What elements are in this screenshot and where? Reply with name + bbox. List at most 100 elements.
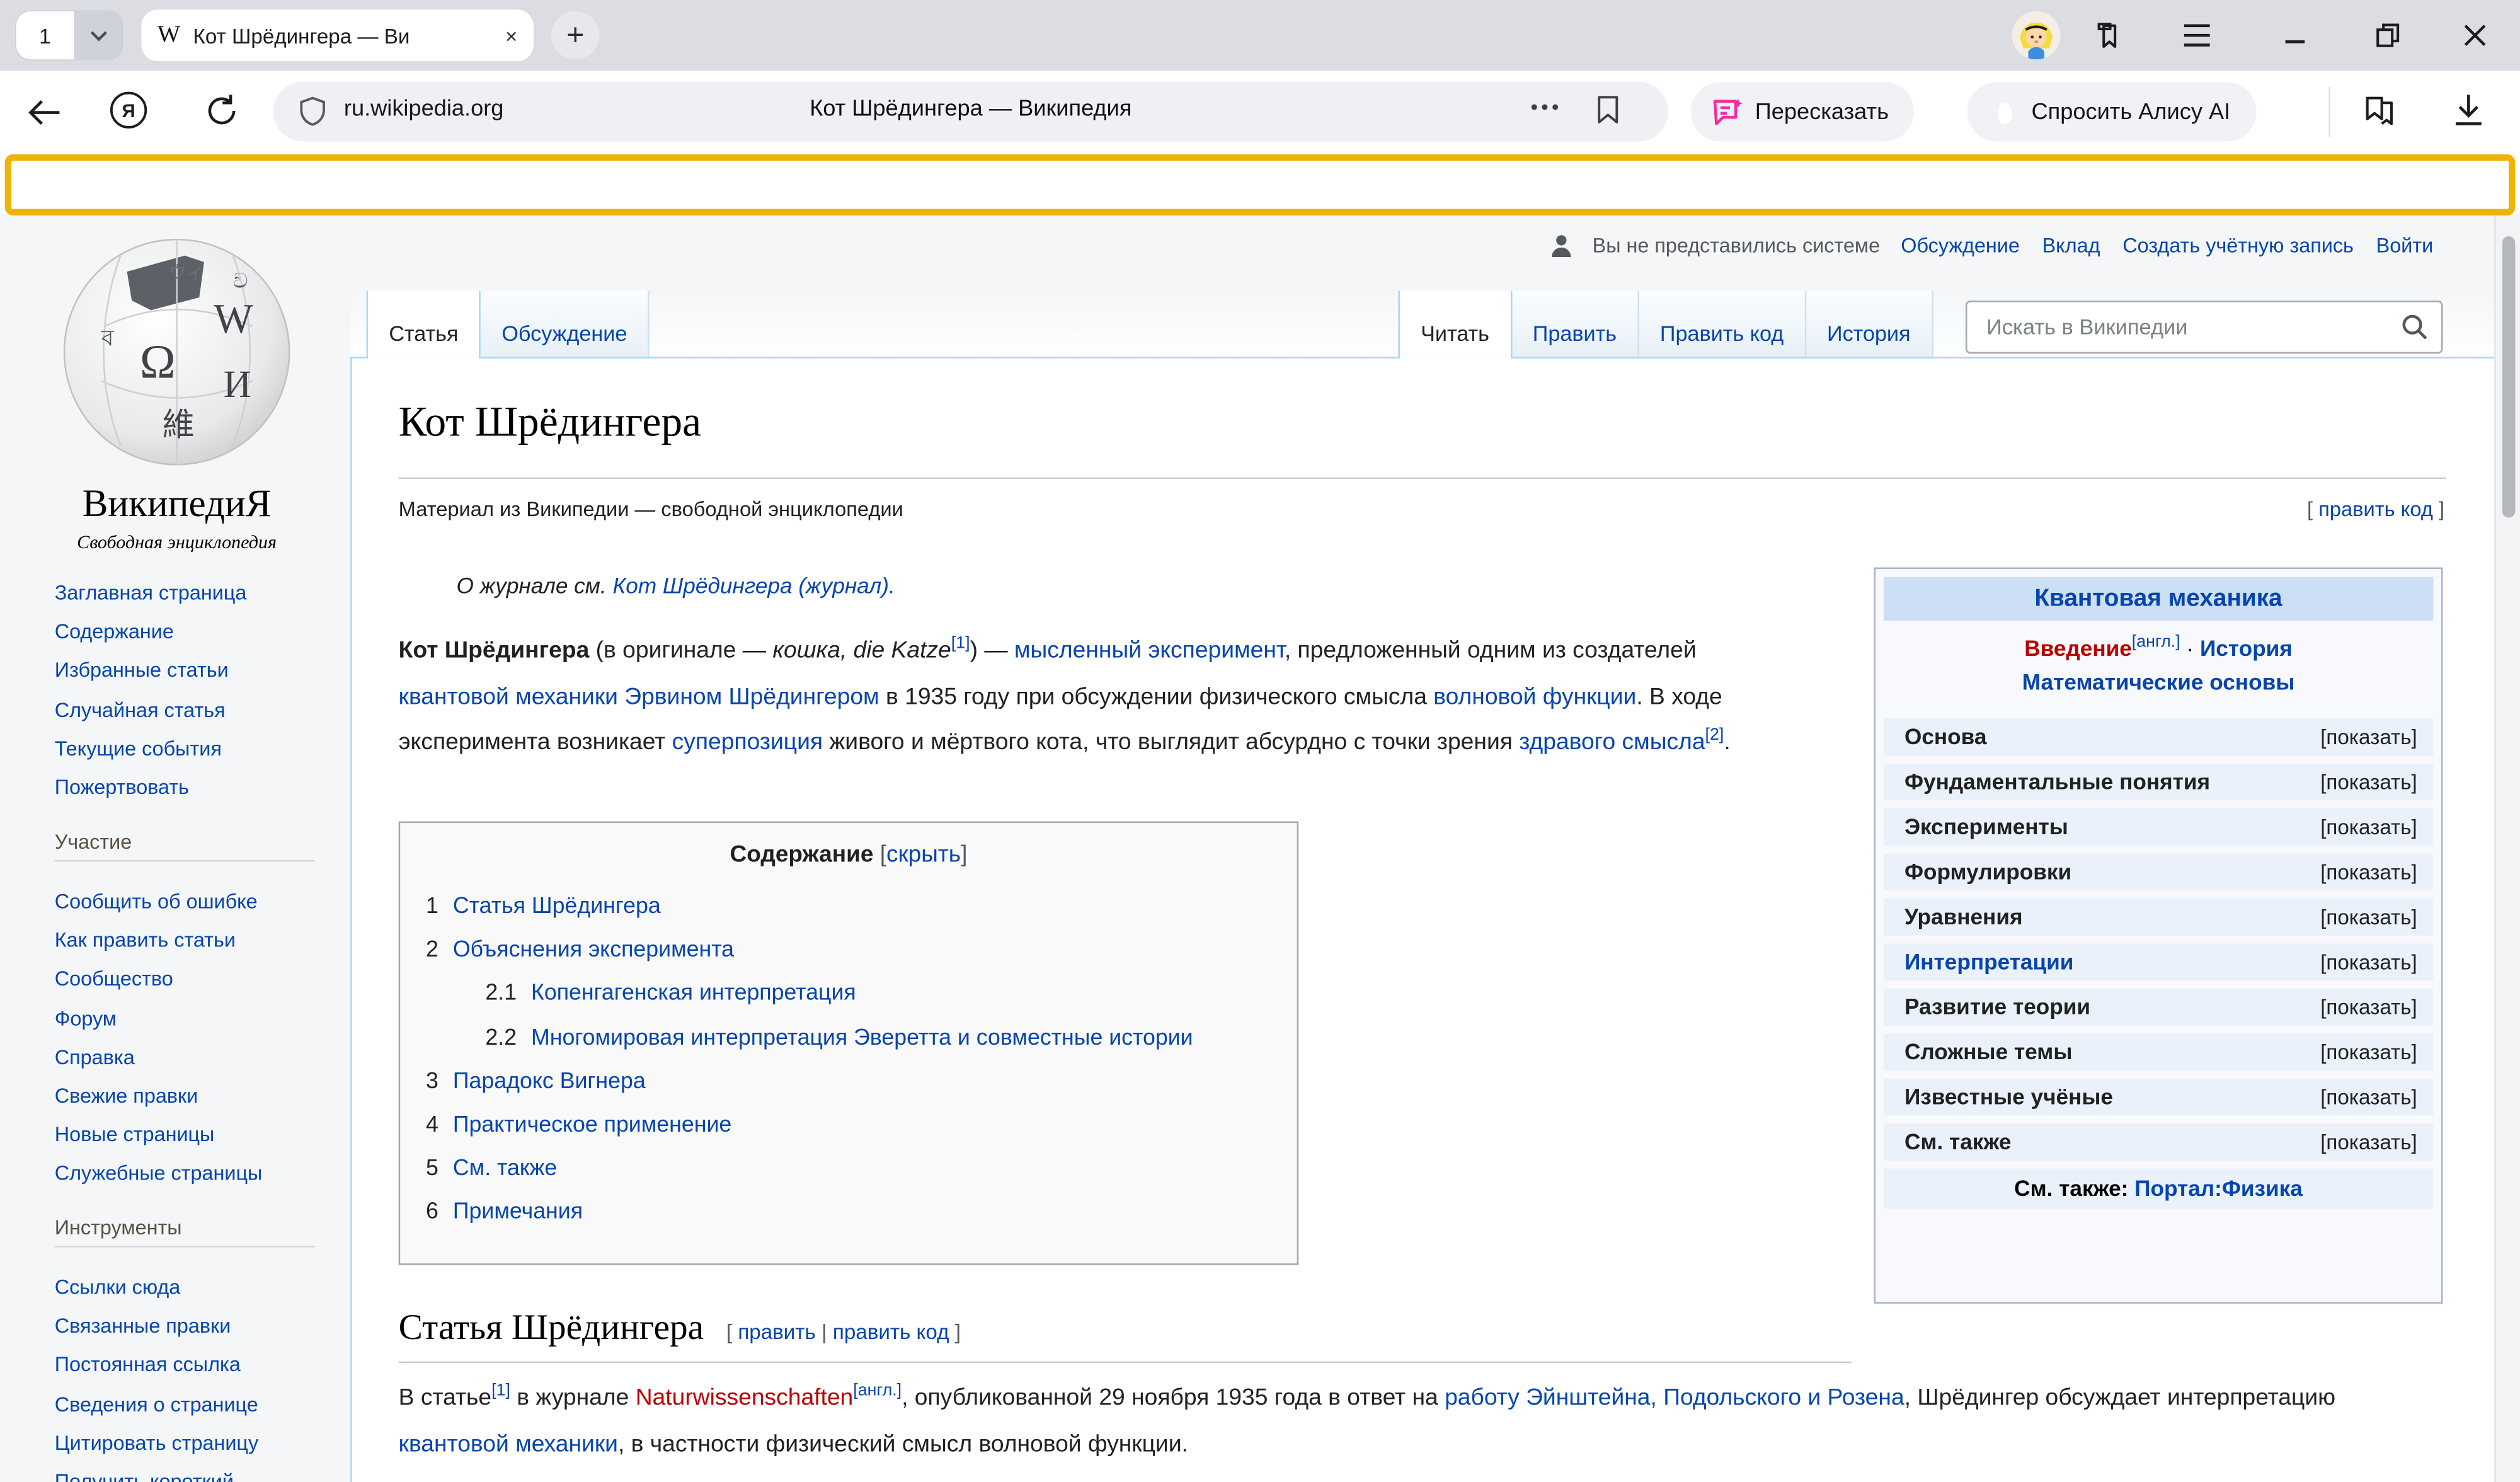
toc-item[interactable]: 5См. также bbox=[426, 1146, 1271, 1190]
article-tab[interactable]: Читать bbox=[1398, 291, 1511, 359]
show-link[interactable]: [показать] bbox=[2320, 815, 2417, 839]
article-tab[interactable]: Статья bbox=[367, 291, 481, 359]
sidebar-link[interactable]: Форум bbox=[55, 1007, 117, 1030]
toc-item[interactable]: 2.2Многомировая интерпретация Эверетта и… bbox=[426, 1015, 1271, 1059]
show-link[interactable]: [показать] bbox=[2320, 995, 2417, 1019]
show-link[interactable]: [показать] bbox=[2320, 950, 2417, 974]
sidebar-link[interactable]: Сообщество bbox=[55, 968, 173, 991]
reload-button[interactable] bbox=[202, 91, 241, 130]
personal-link[interactable]: Обсуждение bbox=[1901, 234, 2020, 257]
sidebar-link[interactable]: Связанные правки bbox=[55, 1315, 231, 1338]
show-link[interactable]: [показать] bbox=[2320, 770, 2417, 794]
sidebar-link[interactable]: Свежие правки bbox=[55, 1085, 198, 1108]
toc-hide-link[interactable]: [скрыть] bbox=[880, 842, 968, 868]
sidebar-link[interactable]: Получить короткий bbox=[55, 1471, 234, 1482]
toc-link[interactable]: Практическое применение bbox=[453, 1103, 731, 1146]
toc-link[interactable]: Статья Шрёдингера bbox=[453, 884, 661, 928]
article-tab[interactable]: Обсуждение bbox=[481, 291, 650, 359]
toc-link[interactable]: Копенгагенская интерпретация bbox=[531, 972, 856, 1015]
sidebar-link[interactable]: Сведения о странице bbox=[55, 1393, 258, 1416]
sidebar-link[interactable]: Цитировать страницу bbox=[55, 1432, 258, 1454]
edit-code-link[interactable]: [ править код ] bbox=[2307, 497, 2444, 520]
lead-paragraph: Кот Шрёдингера (в оригинале — кошка, die… bbox=[399, 628, 1807, 766]
article-tab[interactable]: Править bbox=[1512, 291, 1639, 359]
sidebar-link[interactable]: Заглавная страница bbox=[55, 582, 247, 604]
wiki-search-box[interactable] bbox=[1966, 301, 2443, 353]
minimize-icon bbox=[2284, 24, 2306, 47]
menu-button[interactable] bbox=[2178, 16, 2216, 55]
maximize-button[interactable] bbox=[2369, 16, 2407, 55]
infobox-footer[interactable]: См. также: Портал:Физика bbox=[1884, 1169, 2433, 1209]
sidebar-link[interactable]: Как править статьи bbox=[55, 929, 236, 952]
wikipedia-logo[interactable]: Ω W И 維 ウィ ব ව ВикипедиЯ Свободная энцик… bbox=[13, 230, 340, 554]
tab-close-icon[interactable]: × bbox=[505, 23, 517, 47]
sidebar-link[interactable]: Сообщить об ошибке bbox=[55, 890, 258, 913]
tab-list-chevron-button[interactable] bbox=[74, 11, 122, 60]
collections-button[interactable] bbox=[2359, 91, 2398, 130]
toc-item[interactable]: 2Объяснения эксперимента bbox=[426, 928, 1271, 971]
personal-link[interactable]: Войти bbox=[2376, 234, 2434, 257]
side-panel-button[interactable] bbox=[2089, 16, 2128, 55]
more-actions-icon[interactable]: ••• bbox=[1530, 95, 1562, 119]
retell-ai-button[interactable]: Пересказать bbox=[1691, 82, 1915, 141]
downloads-button[interactable] bbox=[2449, 91, 2488, 130]
new-tab-button[interactable]: + bbox=[551, 11, 600, 60]
address-bar[interactable]: ru.wikipedia.org Кот Шрёдингера — Википе… bbox=[273, 82, 1668, 141]
close-window-button[interactable] bbox=[2456, 16, 2494, 55]
show-link[interactable]: [показать] bbox=[2320, 725, 2417, 749]
personal-link[interactable]: Вклад bbox=[2042, 234, 2100, 257]
back-button[interactable] bbox=[26, 93, 64, 132]
show-link[interactable]: [показать] bbox=[2320, 1040, 2417, 1064]
article-tab[interactable]: Править код bbox=[1639, 291, 1806, 359]
personal-link[interactable]: Создать учётную запись bbox=[2122, 234, 2354, 257]
toc-item[interactable]: 1Статья Шрёдингера bbox=[426, 884, 1271, 928]
show-link[interactable]: [показать] bbox=[2320, 860, 2417, 884]
toc-link[interactable]: Примечания bbox=[453, 1190, 583, 1234]
infobox-intro-line1[interactable]: Введение[англ.] · История bbox=[1884, 633, 2433, 666]
search-icon[interactable] bbox=[2401, 313, 2428, 340]
ask-alice-button[interactable]: Спросить Алису AI bbox=[1967, 82, 2256, 141]
toc-link[interactable]: См. также bbox=[453, 1146, 557, 1190]
toc-link[interactable]: Парадокс Вигнера bbox=[453, 1059, 646, 1103]
infobox-intro-line2[interactable]: Математические основы bbox=[1884, 666, 2433, 699]
browser-tab[interactable]: W Кот Шрёдингера — Ви × bbox=[141, 9, 533, 61]
sidebar-link[interactable]: Служебные страницы bbox=[55, 1163, 263, 1185]
toc-item[interactable]: 4Практическое применение bbox=[426, 1103, 1271, 1146]
scrollbar-thumb[interactable] bbox=[2502, 236, 2515, 517]
hatnote[interactable]: О журнале см. Кот Шрёдингера (журнал). bbox=[456, 574, 895, 598]
article-tab[interactable]: История bbox=[1806, 291, 1933, 359]
sidebar-link[interactable]: Постоянная ссылка bbox=[55, 1354, 241, 1377]
sidebar-link[interactable]: Новые страницы bbox=[55, 1124, 215, 1147]
show-link[interactable]: [показать] bbox=[2320, 1130, 2417, 1154]
sidebar-link[interactable]: Содержание bbox=[55, 621, 174, 643]
svg-text:維: 維 bbox=[163, 406, 195, 444]
minimize-button[interactable] bbox=[2276, 16, 2314, 55]
infobox-row-label: Интерпретации bbox=[1904, 950, 2073, 974]
sidebar-link[interactable]: Пожертвовать bbox=[55, 776, 189, 799]
sidebar-link[interactable]: Ссылки сюда bbox=[55, 1277, 181, 1299]
sidebar-link[interactable]: Справка bbox=[55, 1046, 135, 1069]
toc-link[interactable]: Многомировая интерпретация Эверетта и со… bbox=[531, 1015, 1193, 1059]
section-edit-links[interactable]: [ править | править код ] bbox=[726, 1319, 961, 1343]
show-link[interactable]: [показать] bbox=[2320, 1085, 2417, 1109]
yandex-home-button[interactable]: Я bbox=[109, 90, 147, 129]
bookmark-page-icon[interactable] bbox=[1596, 95, 1620, 125]
sidebar-link[interactable]: Избранные статьи bbox=[55, 660, 229, 682]
toc-item[interactable]: 3Парадокс Вигнера bbox=[426, 1059, 1271, 1103]
infobox-title[interactable]: Квантовая механика bbox=[1884, 577, 2433, 621]
profile-avatar[interactable] bbox=[2012, 11, 2061, 60]
sidebar-link[interactable]: Текущие события bbox=[55, 737, 222, 760]
title-divider bbox=[399, 478, 2446, 480]
toc-link[interactable]: Объяснения эксперимента bbox=[453, 928, 734, 971]
tab-counter-button[interactable]: 1 bbox=[16, 11, 74, 60]
show-link[interactable]: [показать] bbox=[2320, 905, 2417, 929]
infobox-row: Основа[показать] bbox=[1884, 718, 2433, 755]
page-scrollbar[interactable] bbox=[2494, 214, 2520, 1482]
wiki-search-input[interactable] bbox=[1983, 313, 2401, 340]
infobox-row: Известные учёные[показать] bbox=[1884, 1079, 2433, 1116]
toc-item[interactable]: 6Примечания bbox=[426, 1190, 1271, 1234]
sidebar-link[interactable]: Случайная статья bbox=[55, 699, 226, 721]
article-subtitle: Материал из Википедии — свободной энцикл… bbox=[399, 497, 903, 520]
infobox-row-label: Формулировки bbox=[1904, 860, 2071, 884]
toc-item[interactable]: 2.1Копенгагенская интерпретация bbox=[426, 972, 1271, 1015]
